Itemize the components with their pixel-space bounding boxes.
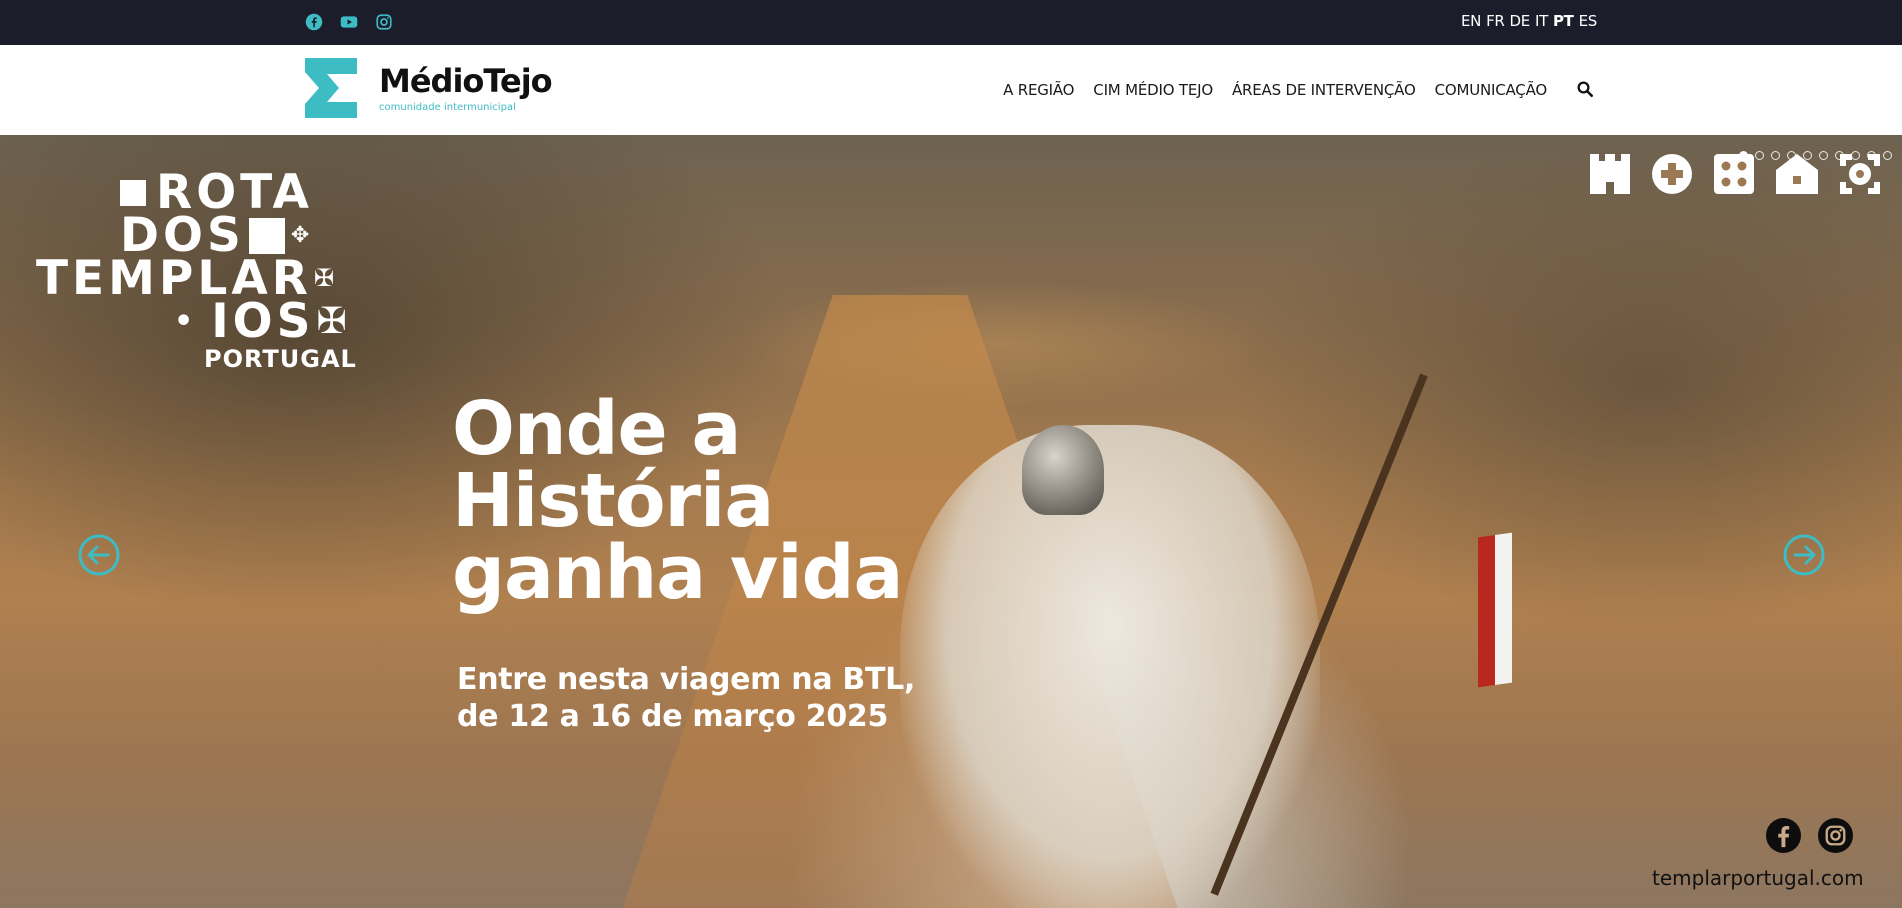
- arrow-left-icon: [78, 534, 120, 576]
- rota-templarios-logo: ROTA DOS ✥ TEMPLAR ✠ • IOS ✠ PORTUGAL: [36, 169, 372, 373]
- cross-circle-icon: [1652, 154, 1692, 199]
- lang-es[interactable]: ES: [1579, 12, 1598, 30]
- headline-line-1: Onde a: [452, 386, 741, 472]
- target-square-icon: [1840, 154, 1880, 199]
- hero-slider: ROTA DOS ✥ TEMPLAR ✠ • IOS ✠ PORTUGAL On…: [0, 135, 1902, 908]
- nav-item-comunicacao[interactable]: COMUNICAÇÃO: [1435, 81, 1548, 99]
- lang-fr[interactable]: FR: [1486, 12, 1505, 30]
- instagram-icon[interactable]: [375, 13, 393, 31]
- logo-subtitle: comunidade intermunicipal: [379, 102, 516, 113]
- headline-line-2: História: [452, 458, 774, 544]
- lang-it[interactable]: IT: [1535, 12, 1548, 30]
- subline-line-2: de 12 a 16 de março 2025: [457, 699, 889, 734]
- top-social-links: [305, 13, 393, 31]
- lang-pt[interactable]: PT: [1553, 12, 1574, 30]
- slider-prev-button[interactable]: [77, 533, 121, 577]
- nav-item-areas-intervencao[interactable]: ÁREAS DE INTERVENÇÃO: [1232, 81, 1416, 99]
- language-switcher: EN FR DE IT PT ES: [1461, 12, 1597, 30]
- search-icon[interactable]: [1576, 80, 1596, 100]
- brand-line-3: TEMPLAR ✠: [36, 251, 339, 306]
- instagram-icon[interactable]: [1818, 818, 1853, 853]
- youtube-icon[interactable]: [340, 13, 358, 31]
- lang-en[interactable]: EN: [1461, 12, 1481, 30]
- hero-knight-helmet: [1022, 425, 1104, 515]
- website-link[interactable]: templarportugal.com: [1652, 866, 1864, 890]
- arrow-right-icon: [1783, 534, 1825, 576]
- brand-country: PORTUGAL: [204, 345, 357, 373]
- hero-social-links: [1766, 818, 1853, 853]
- templar-symbols: [1590, 154, 1880, 199]
- hero-knight-cloak: [900, 425, 1320, 908]
- site-logo[interactable]: MédioTejo comunidade intermunicipal: [305, 58, 553, 118]
- hero-flag: [1478, 532, 1512, 688]
- castle-icon: [1590, 154, 1630, 199]
- slider-next-button[interactable]: [1782, 533, 1826, 577]
- facebook-icon[interactable]: [305, 13, 323, 31]
- dots-square-icon: [1714, 154, 1754, 199]
- main-nav: A REGIÃO CIM MÉDIO TEJO ÁREAS DE INTERVE…: [1003, 81, 1547, 99]
- logo-mark-icon: [305, 58, 357, 118]
- hero-subline: Entre nesta viagem na BTL, de 12 a 16 de…: [457, 661, 915, 735]
- top-bar: EN FR DE IT PT ES: [0, 0, 1902, 45]
- slide-dot-10[interactable]: [1883, 151, 1892, 160]
- hero-headline: Onde a História ganha vida: [452, 386, 903, 616]
- nav-item-regiao[interactable]: A REGIÃO: [1003, 81, 1074, 99]
- house-icon: [1776, 154, 1818, 199]
- headline-line-3: ganha vida: [452, 530, 903, 616]
- nav-item-cim-medio-tejo[interactable]: CIM MÉDIO TEJO: [1093, 81, 1213, 99]
- logo-name: MédioTejo: [379, 62, 553, 100]
- facebook-icon[interactable]: [1766, 818, 1801, 853]
- brand-line-4: • IOS ✠: [174, 294, 351, 349]
- lang-de[interactable]: DE: [1510, 12, 1531, 30]
- main-header: MédioTejo comunidade intermunicipal A RE…: [0, 45, 1902, 135]
- subline-line-1: Entre nesta viagem na BTL,: [457, 662, 916, 697]
- logo-text: MédioTejo comunidade intermunicipal: [379, 62, 553, 113]
